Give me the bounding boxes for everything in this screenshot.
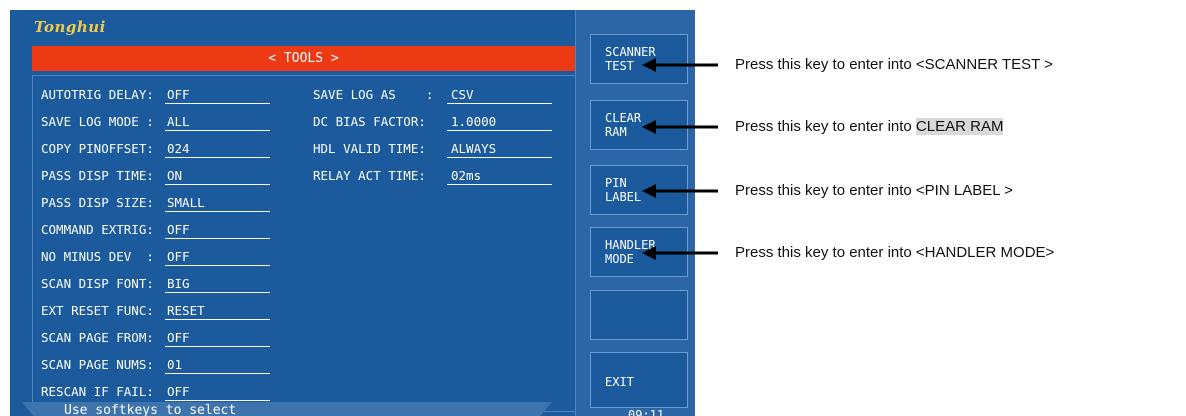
setting-label: COPY PINOFFSET:: [41, 141, 154, 156]
brand-logo: Tonghui: [34, 18, 106, 36]
caption-scanner-test: Press this key to enter into <SCANNER TE…: [735, 56, 1053, 73]
setting-label: RELAY ACT TIME:: [313, 168, 426, 183]
caption-pin-label: Press this key to enter into <PIN LABEL …: [735, 182, 1013, 199]
setting-label: DC BIAS FACTOR:: [313, 114, 426, 129]
softkey-blank[interactable]: [590, 290, 688, 340]
setting-value[interactable]: CSV: [451, 87, 474, 102]
caption-prefix: Press this key to enter into: [735, 244, 916, 261]
instrument-screen: Tonghui < TOOLS > AUTOTRIG DELAY: OFF SA…: [10, 10, 695, 416]
value-underline: [165, 103, 270, 104]
arrow-left-icon: [642, 184, 718, 198]
setting-label: NO MINUS DEV :: [41, 249, 154, 264]
setting-value[interactable]: 024: [167, 141, 190, 156]
value-underline: [165, 130, 270, 131]
setting-value[interactable]: ON: [167, 168, 182, 183]
setting-label: AUTOTRIG DELAY:: [41, 87, 154, 102]
arrow-left-icon: [642, 246, 718, 260]
caption-target: <PIN LABEL >: [915, 182, 1013, 199]
value-underline: [447, 184, 552, 185]
setting-label: SAVE LOG MODE :: [41, 114, 154, 129]
setting-value[interactable]: OFF: [167, 87, 190, 102]
setting-label: COMMAND EXTRIG:: [41, 222, 154, 237]
value-underline: [165, 238, 270, 239]
setting-value[interactable]: ALL: [167, 114, 190, 129]
caption-prefix: Press this key to enter into: [735, 118, 916, 135]
page-title: < TOOLS >: [32, 46, 575, 71]
settings-panel: AUTOTRIG DELAY: OFF SAVE LOG MODE : ALL …: [32, 75, 577, 412]
setting-value[interactable]: OFF: [167, 249, 190, 264]
caption-target: <HANDLER MODE>: [915, 244, 1055, 261]
caption-clear-ram: Press this key to enter into CLEAR RAM: [735, 118, 1004, 135]
value-underline: [165, 157, 270, 158]
value-underline: [165, 292, 270, 293]
value-underline: [165, 346, 270, 347]
setting-label: PASS DISP SIZE:: [41, 195, 154, 210]
setting-value[interactable]: SMALL: [167, 195, 205, 210]
setting-value[interactable]: BIG: [167, 276, 190, 291]
value-underline: [447, 130, 552, 131]
caption-target: CLEAR RAM: [915, 118, 1004, 135]
value-underline: [165, 184, 270, 185]
arrow-left-icon: [642, 120, 718, 134]
setting-label: RESCAN IF FAIL:: [41, 384, 154, 399]
value-underline: [447, 103, 552, 104]
setting-value[interactable]: 1.0000: [451, 114, 496, 129]
value-underline: [447, 157, 552, 158]
caption-target: <SCANNER TEST >: [915, 56, 1053, 73]
setting-label: SAVE LOG AS :: [313, 87, 434, 102]
setting-label: HDL VALID TIME:: [313, 141, 426, 156]
setting-value[interactable]: OFF: [167, 222, 190, 237]
value-underline: [165, 211, 270, 212]
caption-prefix: Press this key to enter into: [735, 56, 916, 73]
setting-label: SCAN PAGE FROM:: [41, 330, 154, 345]
setting-value[interactable]: RESET: [167, 303, 205, 318]
setting-label: EXT RESET FUNC:: [41, 303, 154, 318]
softkey-exit[interactable]: EXIT: [590, 352, 688, 408]
setting-value[interactable]: OFF: [167, 384, 190, 399]
value-underline: [165, 373, 270, 374]
setting-label: PASS DISP TIME:: [41, 168, 154, 183]
status-message: Use softkeys to select: [64, 403, 237, 416]
setting-value[interactable]: 02ms: [451, 168, 481, 183]
setting-value[interactable]: 01: [167, 357, 182, 372]
caption-prefix: Press this key to enter into: [735, 182, 916, 199]
setting-value[interactable]: OFF: [167, 330, 190, 345]
setting-label: SCAN PAGE NUMS:: [41, 357, 154, 372]
value-underline: [165, 265, 270, 266]
caption-handler-mode: Press this key to enter into <HANDLER MO…: [735, 244, 1054, 261]
setting-value[interactable]: ALWAYS: [451, 141, 496, 156]
value-underline: [165, 319, 270, 320]
clock: 09:11: [628, 408, 665, 416]
setting-label: SCAN DISP FONT:: [41, 276, 154, 291]
value-underline: [165, 400, 270, 401]
arrow-left-icon: [642, 58, 718, 72]
